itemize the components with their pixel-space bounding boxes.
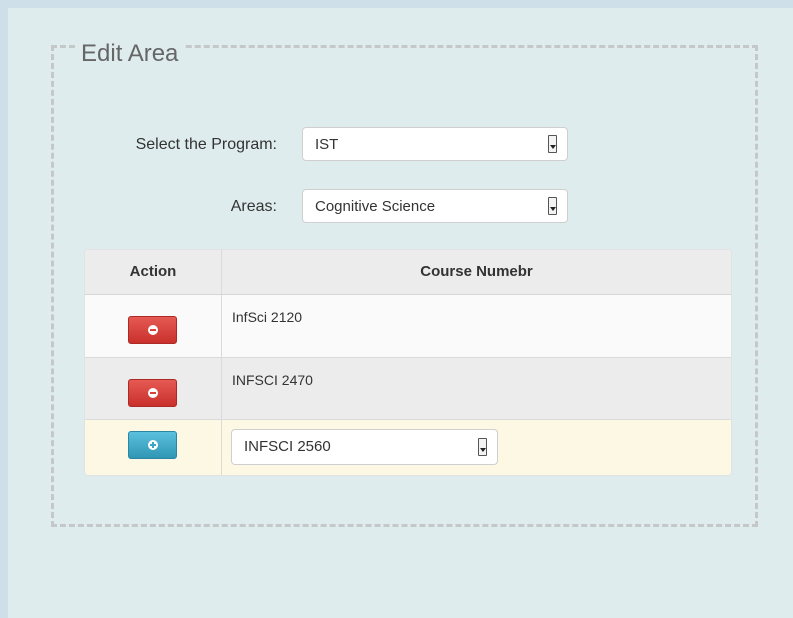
- header-action: Action: [129, 263, 177, 280]
- course-number: INFSCI 2470: [232, 372, 313, 388]
- table-header-row: Action Course Numebr: [85, 250, 731, 295]
- course-table: Action Course Numebr InfSci 2120 INFSCI …: [84, 249, 732, 476]
- minus-circle-icon: [148, 325, 158, 335]
- program-select-value: IST: [315, 136, 339, 153]
- table-row: InfSci 2120: [85, 295, 731, 358]
- remove-course-button[interactable]: [128, 379, 177, 407]
- course-select-value: INFSCI 2560: [244, 438, 331, 455]
- table-row-new: INFSCI 2560: [85, 420, 731, 475]
- program-label: Select the Program:: [135, 136, 277, 153]
- plus-circle-icon: [148, 440, 158, 450]
- table-row: INFSCI 2470: [85, 358, 731, 420]
- areas-select[interactable]: Cognitive Science: [302, 189, 568, 223]
- minus-circle-icon: [148, 388, 158, 398]
- areas-select-value: Cognitive Science: [315, 198, 436, 215]
- edit-area-legend: Edit Area: [75, 40, 185, 68]
- course-number: InfSci 2120: [232, 309, 303, 325]
- areas-label: Areas:: [230, 198, 277, 215]
- add-course-button[interactable]: [128, 431, 177, 459]
- remove-course-button[interactable]: [128, 316, 177, 344]
- chevron-down-icon: [478, 438, 487, 456]
- header-course-number: Course Numebr: [420, 263, 533, 280]
- program-select[interactable]: IST: [302, 127, 568, 161]
- chevron-down-icon: [548, 135, 557, 153]
- course-select[interactable]: INFSCI 2560: [231, 429, 498, 465]
- chevron-down-icon: [548, 197, 557, 215]
